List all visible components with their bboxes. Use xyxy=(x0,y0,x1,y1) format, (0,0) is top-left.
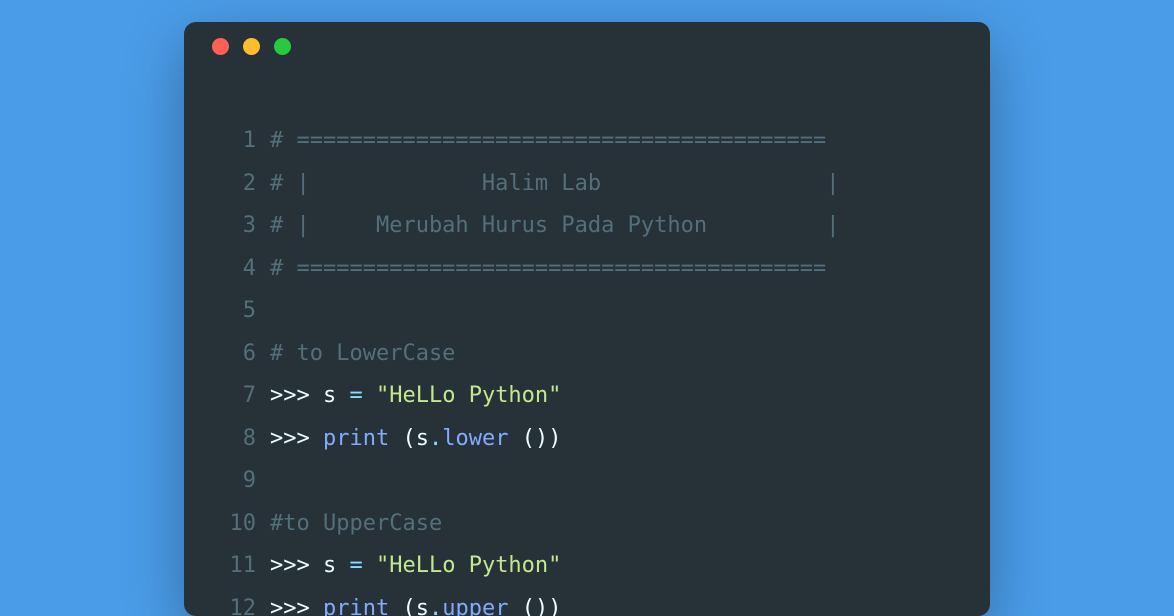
token: ()) xyxy=(522,426,562,451)
token: s xyxy=(323,383,350,408)
token: print xyxy=(323,426,389,451)
token: # to LowerCase xyxy=(270,341,455,366)
token: lower xyxy=(442,426,508,451)
line-content: # | Merubah Hurus Pada Python | xyxy=(270,205,960,248)
line-number: 2 xyxy=(214,163,256,206)
line-content: # ======================================… xyxy=(270,120,960,163)
token xyxy=(363,553,376,578)
token: = xyxy=(349,553,362,578)
line-content xyxy=(270,290,960,333)
code-line: 1 # =====================================… xyxy=(214,120,960,163)
line-number: 8 xyxy=(214,418,256,461)
token: "HeLLo Python" xyxy=(376,383,561,408)
code-area[interactable]: 1 # =====================================… xyxy=(184,70,990,616)
token: ()) xyxy=(522,596,562,616)
line-content: # to LowerCase xyxy=(270,333,960,376)
code-line: 5 xyxy=(214,290,960,333)
token: "HeLLo Python" xyxy=(376,553,561,578)
token: # | Halim Lab | xyxy=(270,171,840,196)
line-number: 11 xyxy=(214,545,256,588)
code-line: 10 #to UpperCase xyxy=(214,503,960,546)
minimize-icon[interactable] xyxy=(243,38,260,55)
line-number: 12 xyxy=(214,588,256,616)
line-number: 7 xyxy=(214,375,256,418)
token xyxy=(363,383,376,408)
token: ( xyxy=(402,596,415,616)
token: s xyxy=(416,426,429,451)
line-content: # | Halim Lab | xyxy=(270,163,960,206)
token: # ======================================… xyxy=(270,128,826,153)
token: >>> xyxy=(270,553,323,578)
token: s xyxy=(323,553,350,578)
line-number: 3 xyxy=(214,205,256,248)
editor-window: 1 # =====================================… xyxy=(184,22,990,616)
token: print xyxy=(323,596,389,616)
token xyxy=(389,426,402,451)
code-line: 7 >>> s = "HeLLo Python" xyxy=(214,375,960,418)
code-line: 9 xyxy=(214,460,960,503)
maximize-icon[interactable] xyxy=(274,38,291,55)
code-line: 8 >>> print (s.lower ()) xyxy=(214,418,960,461)
close-icon[interactable] xyxy=(212,38,229,55)
code-line: 4 # =====================================… xyxy=(214,248,960,291)
token xyxy=(389,596,402,616)
titlebar xyxy=(184,22,990,70)
token: >>> xyxy=(270,383,323,408)
token: >>> xyxy=(270,596,323,616)
code-line: 11 >>> s = "HeLLo Python" xyxy=(214,545,960,588)
token: >>> xyxy=(270,426,323,451)
code-line: 3 # | Merubah Hurus Pada Python | xyxy=(214,205,960,248)
line-number: 1 xyxy=(214,120,256,163)
line-content xyxy=(270,460,960,503)
line-number: 10 xyxy=(214,503,256,546)
token xyxy=(508,596,521,616)
token: s xyxy=(416,596,429,616)
token xyxy=(508,426,521,451)
line-number: 6 xyxy=(214,333,256,376)
line-number: 9 xyxy=(214,460,256,503)
code-line: 12 >>> print (s.upper ()) xyxy=(214,588,960,616)
token: # ======================================… xyxy=(270,256,826,281)
code-line: 2 # | Halim Lab | xyxy=(214,163,960,206)
token: . xyxy=(429,426,442,451)
token: # | Merubah Hurus Pada Python | xyxy=(270,213,840,238)
line-content: #to UpperCase xyxy=(270,503,960,546)
token: #to UpperCase xyxy=(270,511,442,536)
token: upper xyxy=(442,596,508,616)
token: = xyxy=(349,383,362,408)
line-content: >>> print (s.upper ()) xyxy=(270,588,960,616)
line-content: >>> print (s.lower ()) xyxy=(270,418,960,461)
code-line: 6 # to LowerCase xyxy=(214,333,960,376)
line-content: >>> s = "HeLLo Python" xyxy=(270,375,960,418)
line-content: >>> s = "HeLLo Python" xyxy=(270,545,960,588)
line-number: 4 xyxy=(214,248,256,291)
token: ( xyxy=(402,426,415,451)
line-number: 5 xyxy=(214,290,256,333)
token: . xyxy=(429,596,442,616)
line-content: # ======================================… xyxy=(270,248,960,291)
